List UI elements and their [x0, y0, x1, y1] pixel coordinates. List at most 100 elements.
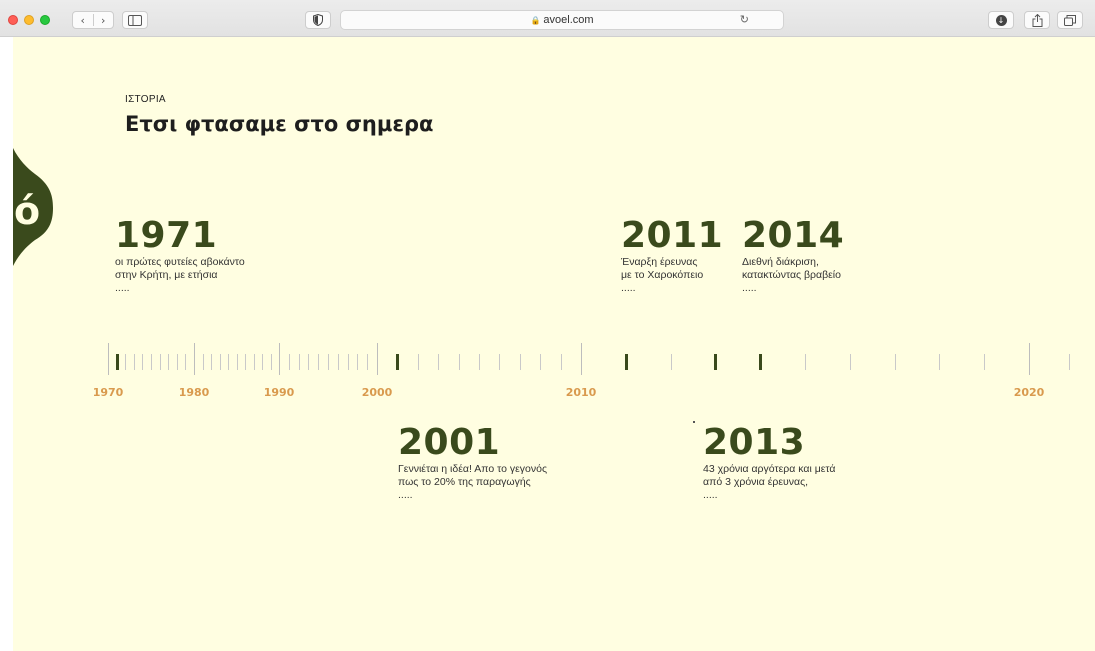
- event-year: 1971: [115, 215, 218, 256]
- event-description: Διεθνή διάκριση, κατακτώντας βραβείο ...…: [742, 256, 844, 295]
- timeline-tick-1981: [202, 354, 204, 370]
- event-desc-line: κατακτώντας βραβείο: [742, 269, 841, 281]
- sidebar-toggle-button[interactable]: [122, 11, 148, 29]
- window-left-edge: [0, 37, 13, 651]
- timeline-tick-1998: [357, 354, 359, 370]
- timeline-label-2010[interactable]: 2010: [566, 386, 597, 399]
- timeline-tick-1997: [347, 354, 349, 370]
- event-2011: 2011 Έναρξη έρευνας με το Χαροκόπειο ...…: [621, 218, 723, 295]
- browser-toolbar: ‹ › 🔒 avoel.com ↻ ↓: [0, 0, 1095, 37]
- history-page: ΙΣΤΟΡΙΑ Ετσι φτασαμε στο σημερα ό 1971 ο…: [13, 37, 1095, 651]
- chevron-right-icon[interactable]: ›: [93, 14, 113, 27]
- download-icon: ↓: [995, 14, 1007, 26]
- event-2001: 2001 Γεννιέται η ιδέα! Απο το γεγονός πω…: [398, 425, 547, 502]
- chevron-left-icon[interactable]: ‹: [73, 14, 93, 27]
- timeline-tick-2006: [499, 354, 501, 370]
- timeline-tick-1982: [211, 354, 212, 370]
- event-desc-line: πως το 20% της παραγωγής: [398, 476, 531, 488]
- share-icon: [1032, 13, 1042, 27]
- event-more-link[interactable]: .....: [742, 282, 844, 295]
- event-desc-line: οι πρώτες φυτείες αβοκάντο: [115, 256, 245, 268]
- timeline-tick-2016: [849, 354, 851, 370]
- section-eyebrow: ΙΣΤΟΡΙΑ: [125, 94, 166, 105]
- window-minimize-button[interactable]: [24, 15, 34, 25]
- event-1971: 1971 οι πρώτες φυτείες αβοκάντο στην Κρή…: [115, 218, 245, 295]
- event-desc-line: Γεννιέται η ιδέα! Απο το γεγονός: [398, 463, 548, 475]
- timeline-tick-2000: [377, 343, 378, 375]
- timeline-tick-2010: [581, 343, 582, 375]
- event-description: 43 χρόνια αργότερα και μετά από 3 χρόνια…: [703, 463, 836, 502]
- timeline-tick-2003: [438, 354, 440, 370]
- event-year: 2014: [742, 215, 845, 256]
- timeline-tick-2004: [458, 354, 460, 370]
- event-desc-line: 43 χρόνια αργότερα και μετά: [703, 463, 836, 475]
- event-desc-line: από 3 χρόνια έρευνας,: [703, 476, 809, 488]
- timeline-tick-2021: [1069, 354, 1070, 370]
- event-desc-line: Διεθνή διάκριση,: [742, 256, 819, 268]
- downloads-button[interactable]: ↓: [988, 11, 1014, 29]
- event-more-link[interactable]: .....: [703, 489, 836, 502]
- reload-icon[interactable]: ↻: [740, 13, 749, 26]
- timeline-label-1980[interactable]: 1980: [179, 386, 210, 399]
- tab-overview-icon: [1064, 14, 1076, 26]
- timeline-tick-1974: [142, 354, 144, 370]
- page-title: Ετσι φτασαμε στο σημερα: [125, 112, 434, 136]
- timeline-tick-1988: [262, 354, 263, 370]
- sidebar-icon: [128, 14, 142, 26]
- window-close-button[interactable]: [8, 15, 18, 25]
- timeline-tick-1978: [176, 354, 178, 370]
- event-more-link[interactable]: .....: [621, 282, 723, 295]
- timeline-tick-1980: [194, 343, 195, 375]
- timeline-tick-1994: [318, 354, 320, 370]
- event-year: 2011: [621, 215, 724, 256]
- timeline-marker-2014[interactable]: [759, 354, 763, 370]
- timeline-tick-1985: [236, 354, 238, 370]
- event-desc-line: στην Κρήτη, με ετήσια: [115, 269, 218, 281]
- timeline-tick-2012: [670, 354, 672, 370]
- address-bar[interactable]: 🔒 avoel.com ↻: [340, 10, 784, 30]
- tab-overview-button[interactable]: [1057, 11, 1083, 29]
- event-desc-line: με το Χαροκόπειο: [621, 269, 704, 281]
- timeline-tick-1984: [228, 354, 229, 370]
- timeline-tick-1991: [288, 354, 290, 370]
- timeline-tick-1993: [308, 354, 310, 370]
- event-more-link[interactable]: .....: [398, 489, 547, 502]
- share-button[interactable]: [1024, 11, 1050, 29]
- timeline-tick-1990: [279, 343, 280, 375]
- event-year: 2013: [703, 422, 806, 463]
- timeline-tick-1989: [270, 354, 272, 370]
- lock-icon: 🔒: [530, 15, 541, 25]
- timeline-tick-1995: [328, 354, 329, 370]
- timeline-marker-2011[interactable]: [624, 354, 628, 370]
- timeline-label-1970[interactable]: 1970: [93, 386, 124, 399]
- timeline-tick-2009: [560, 354, 562, 370]
- timeline-tick-1977: [168, 354, 170, 370]
- timeline-tick-1973: [133, 354, 135, 370]
- privacy-shield-icon: [313, 14, 323, 26]
- timeline-tick-2007: [519, 354, 521, 370]
- privacy-report-button[interactable]: [305, 11, 331, 29]
- timeline-tick-1987: [253, 354, 255, 370]
- event-desc-line: Έναρξη έρευνας: [621, 256, 698, 268]
- timeline-marker-1971[interactable]: [115, 354, 119, 370]
- timeline-tick-1999: [367, 354, 369, 370]
- event-description: οι πρώτες φυτείες αβοκάντο στην Κρήτη, μ…: [115, 256, 245, 295]
- logo-glyph: ό: [14, 189, 40, 233]
- timeline-label-2000[interactable]: 2000: [362, 386, 393, 399]
- timeline-tick-2018: [939, 354, 941, 370]
- timeline-label-1990[interactable]: 1990: [264, 386, 295, 399]
- timeline-tick-1972: [125, 354, 127, 370]
- stray-dot: [693, 421, 695, 423]
- event-description: Έναρξη έρευνας με το Χαροκόπειο .....: [621, 256, 723, 295]
- event-more-link[interactable]: .....: [115, 282, 245, 295]
- url-text: avoel.com: [543, 14, 594, 26]
- avoel-logo[interactable]: ό: [13, 148, 53, 266]
- timeline-marker-2001[interactable]: [396, 354, 400, 370]
- timeline-marker-2013[interactable]: [714, 354, 718, 370]
- timeline-ruler[interactable]: 1970 1980 1990 2000 2010 2020: [13, 337, 1095, 407]
- timeline-tick-1986: [245, 354, 246, 370]
- timeline-tick-1983: [219, 354, 221, 370]
- window-zoom-button[interactable]: [40, 15, 50, 25]
- timeline-tick-1975: [151, 354, 152, 370]
- timeline-label-2020[interactable]: 2020: [1014, 386, 1045, 399]
